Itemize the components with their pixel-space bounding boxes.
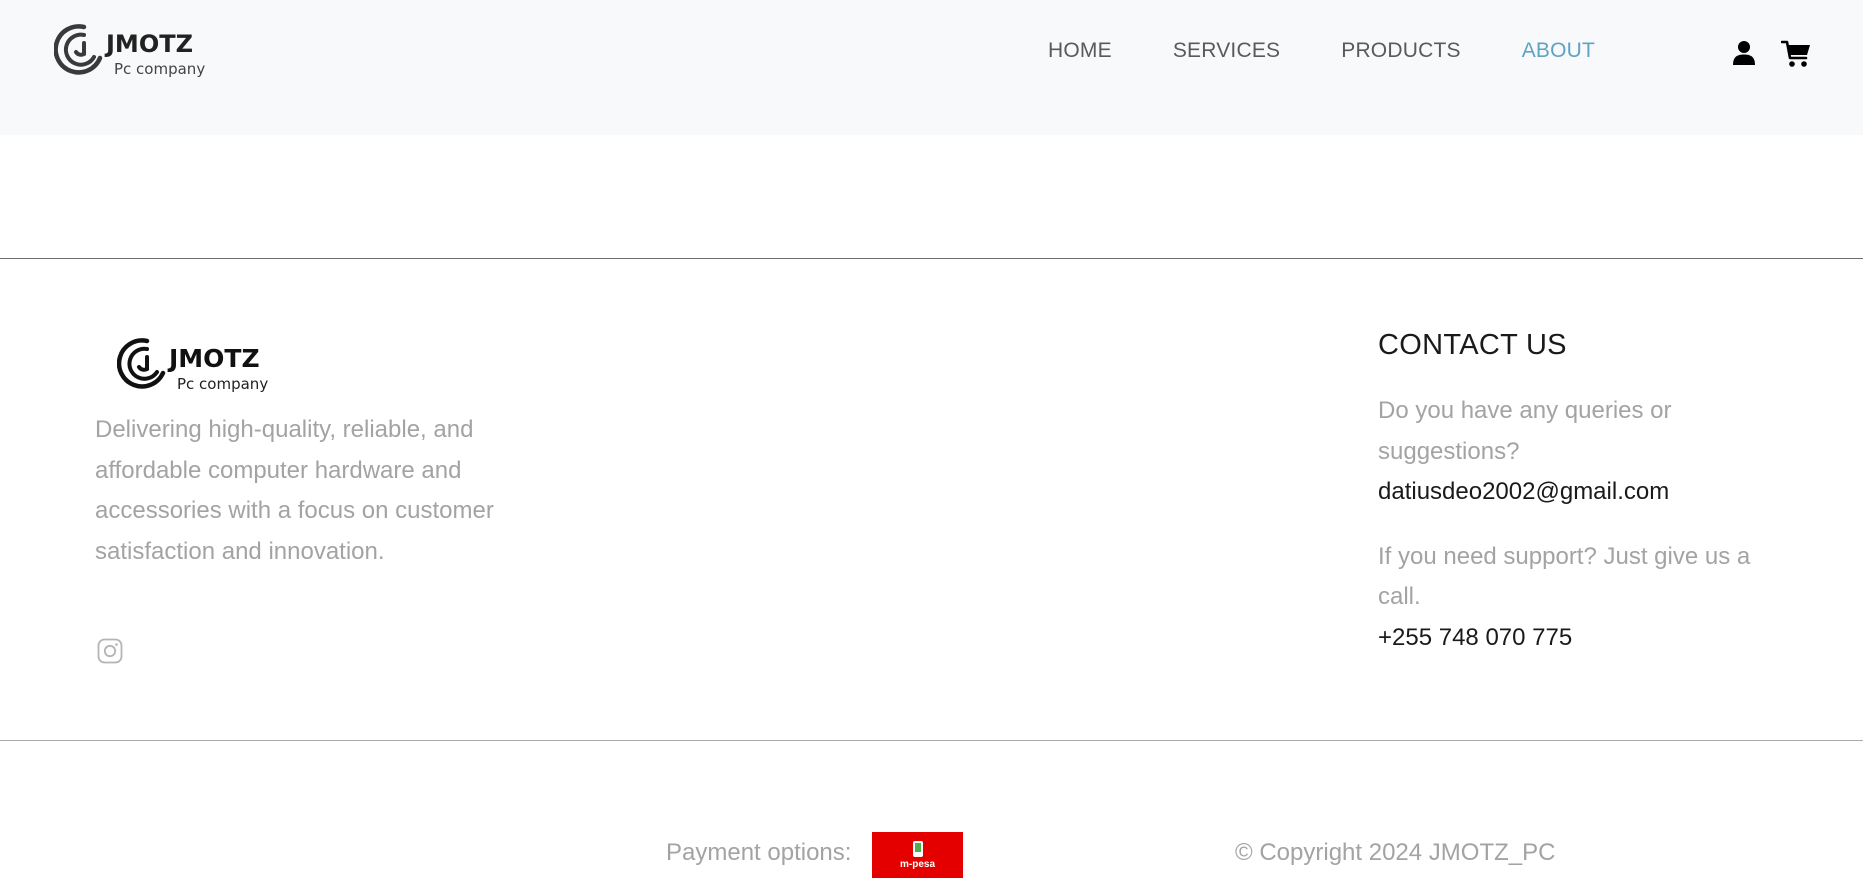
nav-products[interactable]: PRODUCTS [1341, 36, 1460, 66]
svg-text:JMOTZ: JMOTZ [104, 30, 193, 58]
contact-title: CONTACT US [1378, 329, 1567, 361]
jmotz-logo-icon: JMOTZ Pc company [54, 24, 205, 78]
nav-about[interactable]: ABOUT [1522, 36, 1595, 66]
footer-logo[interactable]: JMOTZ Pc company [117, 336, 281, 396]
svg-text:Pc company: Pc company [177, 375, 268, 393]
svg-text:JMOTZ: JMOTZ [167, 344, 260, 373]
payment-options-label: Payment options: [666, 839, 852, 866]
cart-icon[interactable] [1781, 40, 1811, 68]
about-description: Delivering high-quality, reliable, and a… [95, 416, 494, 565]
contact-section: CONTACT US Do you have any queries or su… [1378, 325, 1798, 658]
contact-phone[interactable]: +255 748 070 775 [1378, 618, 1798, 659]
user-icon[interactable] [1732, 40, 1756, 66]
mpesa-text: m-pesa [899, 859, 935, 870]
footer-bottom-divider [0, 740, 1863, 741]
nav-services[interactable]: SERVICES [1173, 36, 1280, 66]
footer-top-divider [0, 258, 1863, 259]
main-nav: HOME SERVICES PRODUCTS ABOUT [1048, 36, 1595, 66]
instagram-icon[interactable] [97, 638, 123, 664]
mpesa-phone-icon [912, 841, 923, 857]
nav-home[interactable]: HOME [1048, 36, 1112, 66]
site-header: JMOTZ Pc company HOME SERVICES PRODUCTS … [0, 0, 1863, 135]
jmotz-logo-icon: JMOTZ Pc company [117, 338, 268, 393]
copyright-text: © Copyright 2024 JMOTZ_PC [1235, 839, 1556, 866]
contact-email[interactable]: datiusdeo2002@gmail.com [1378, 472, 1798, 513]
contact-support-text: If you need support? Just give us a call… [1378, 542, 1751, 611]
svg-text:Pc company: Pc company [114, 60, 205, 78]
header-logo[interactable]: JMOTZ Pc company [54, 22, 216, 80]
contact-queries-text: Do you have any queries or suggestions? [1378, 397, 1672, 465]
mpesa-logo: m-pesa [872, 832, 963, 878]
